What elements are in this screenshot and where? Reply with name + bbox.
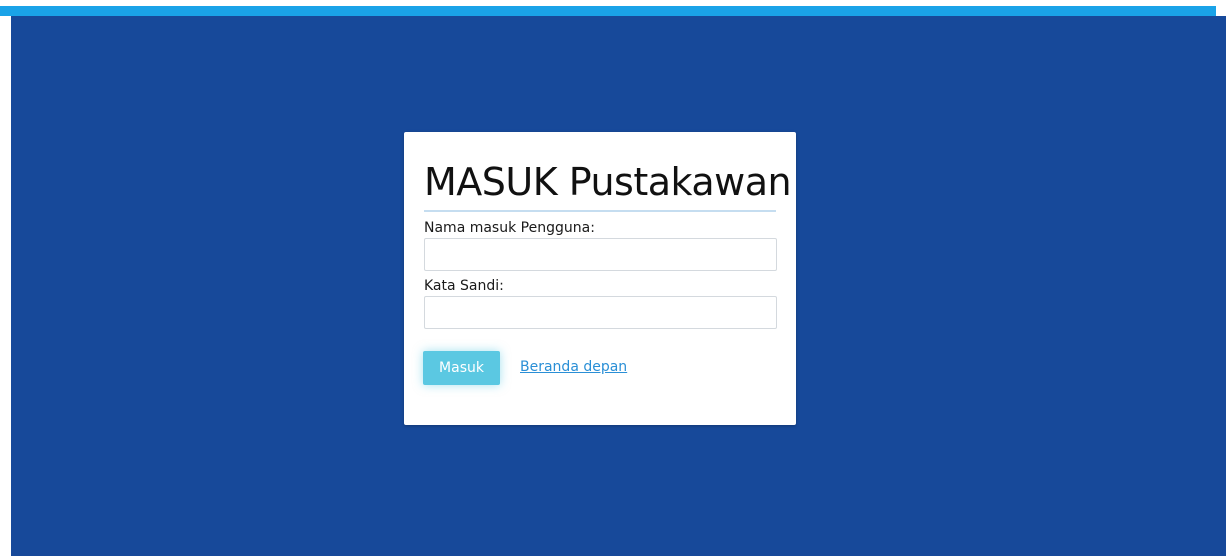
login-card: MASUK Pustakawan Nama masuk Pengguna: Ka… [404, 132, 796, 425]
login-button[interactable]: Masuk [423, 351, 500, 385]
title-divider [424, 210, 776, 212]
page-title: MASUK Pustakawan [424, 160, 792, 204]
top-accent-strip [0, 6, 1216, 16]
password-label: Kata Sandi: [424, 278, 504, 294]
username-input[interactable] [424, 238, 777, 271]
username-label: Nama masuk Pengguna: [424, 220, 595, 236]
password-input[interactable] [424, 296, 777, 329]
home-link[interactable]: Beranda depan [520, 359, 627, 375]
